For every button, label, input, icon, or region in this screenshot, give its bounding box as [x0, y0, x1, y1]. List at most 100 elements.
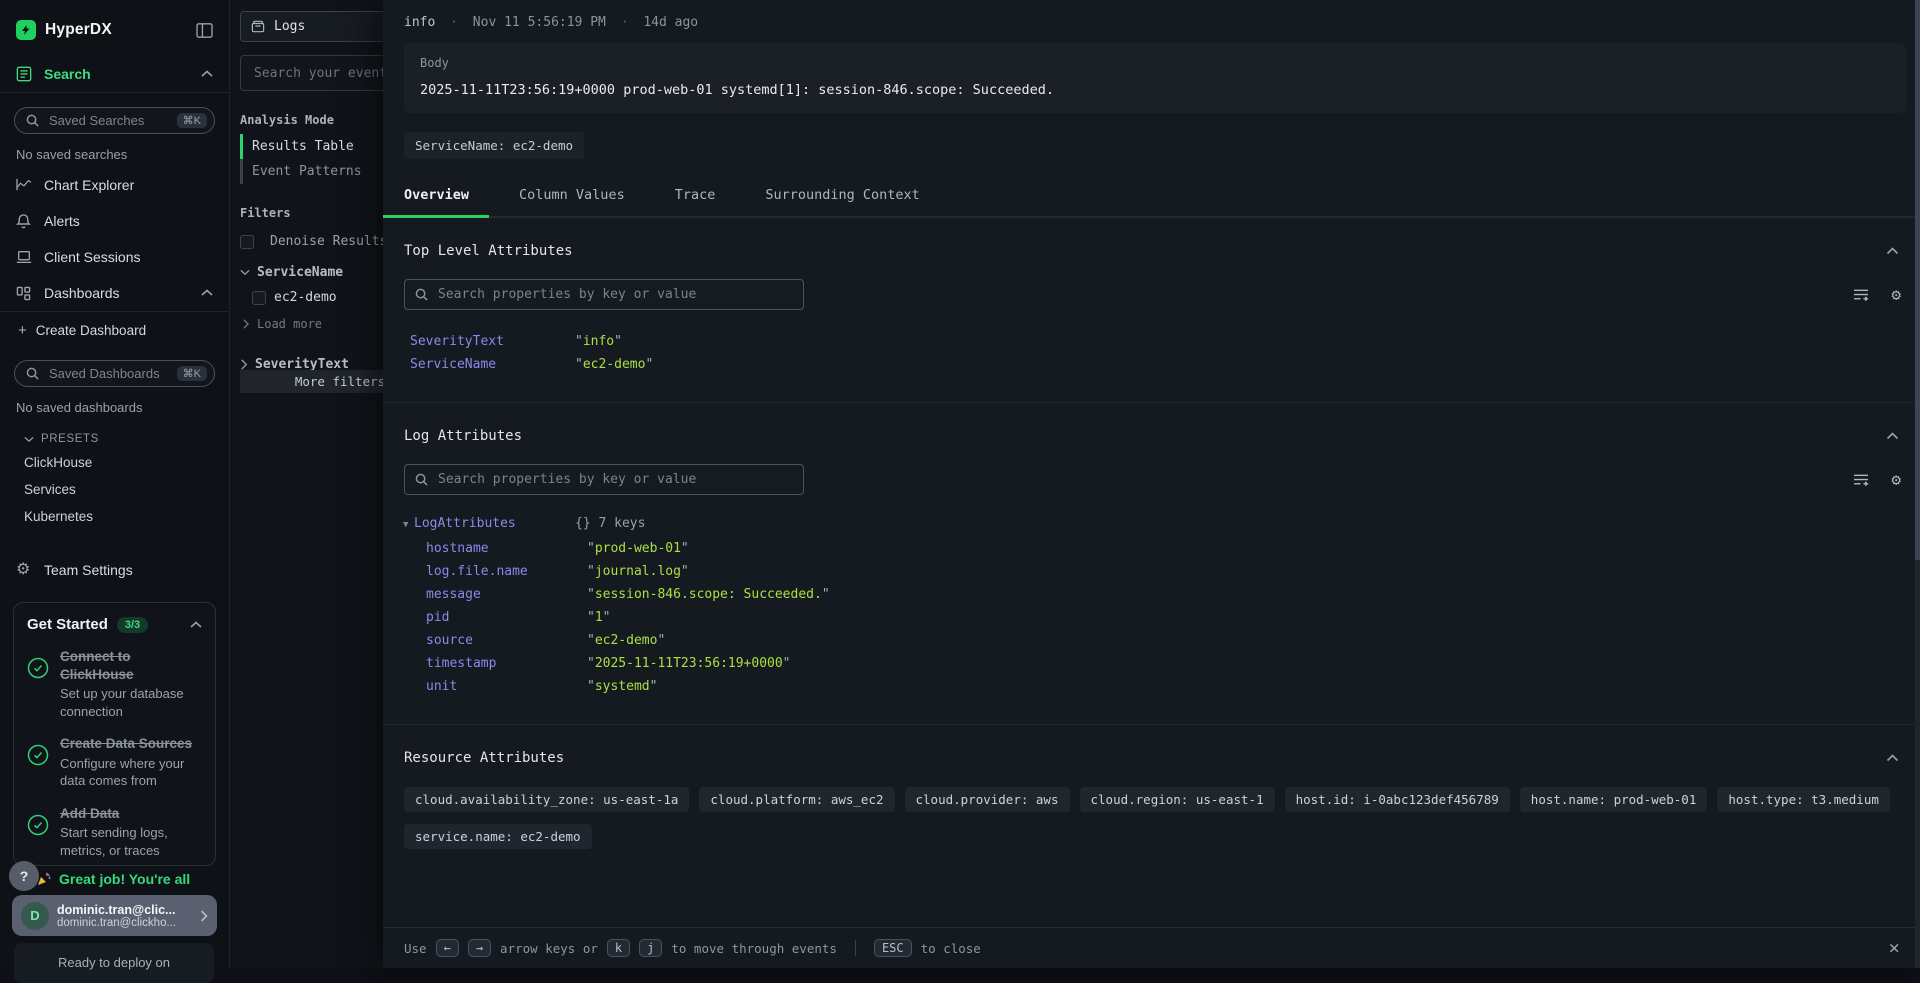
- denoise-checkbox[interactable]: [240, 235, 254, 249]
- denoise-filter[interactable]: Denoise Results: [230, 227, 384, 256]
- attribute-row[interactable]: pid 1: [403, 606, 1920, 629]
- tab-trace[interactable]: Trace: [675, 178, 716, 216]
- sidebar-item-client-sessions[interactable]: Client Sessions: [0, 239, 229, 275]
- filter-group-servicename[interactable]: ServiceName: [230, 256, 384, 283]
- step-title: Add Data: [60, 805, 202, 823]
- sidebar-item-label: Alerts: [44, 213, 80, 229]
- hint-text: Use: [404, 941, 427, 956]
- deploy-banner[interactable]: Ready to deploy on: [14, 943, 214, 983]
- preset-clickhouse[interactable]: ClickHouse: [0, 449, 229, 476]
- saved-dashboards-input[interactable]: [47, 365, 169, 382]
- property-search-input[interactable]: [436, 471, 793, 488]
- k-key: k: [607, 939, 630, 957]
- ec2-demo-checkbox[interactable]: [252, 291, 266, 305]
- attribute-value: systemd: [587, 675, 657, 698]
- shortcut-badge: ⌘K: [177, 366, 207, 381]
- collapse-section-icon[interactable]: [1886, 754, 1899, 762]
- gear-icon[interactable]: ⚙: [1891, 287, 1901, 303]
- resource-chip[interactable]: host.id: i-0abc123def456789: [1285, 787, 1510, 812]
- get-started-item[interactable]: Add Data Start sending logs, metrics, or…: [27, 805, 202, 860]
- service-name-tag[interactable]: ServiceName: ec2-demo: [404, 132, 584, 159]
- presets-toggle[interactable]: PRESETS: [0, 420, 229, 449]
- app-title: HyperDX: [45, 21, 196, 39]
- resource-chip[interactable]: cloud.platform: aws_ec2: [699, 787, 894, 812]
- sidebar-item-team-settings[interactable]: ⚙ Team Settings: [0, 552, 229, 588]
- line-wrap-icon[interactable]: [1853, 288, 1870, 302]
- resource-chip[interactable]: service.name: ec2-demo: [404, 824, 592, 849]
- resource-chip[interactable]: host.name: prod-web-01: [1520, 787, 1708, 812]
- attribute-value: ec2-demo: [587, 629, 665, 652]
- attribute-row[interactable]: hostname prod-web-01: [403, 537, 1920, 560]
- preset-services[interactable]: Services: [0, 476, 229, 503]
- chevron-up-icon[interactable]: [190, 621, 202, 629]
- sidebar-item-chart-explorer[interactable]: Chart Explorer: [0, 167, 229, 203]
- tab-overview[interactable]: Overview: [404, 178, 469, 216]
- attribute-row[interactable]: source ec2-demo: [403, 629, 1920, 652]
- gear-icon[interactable]: ⚙: [1891, 472, 1901, 488]
- search-filters-panel: Logs Analysis Mode Results Table Event P…: [230, 0, 384, 968]
- load-more-button[interactable]: Load more: [230, 312, 384, 336]
- sidebar-item-label: Team Settings: [44, 562, 133, 578]
- event-detail-panel: info · Nov 11 5:56:19 PM · 14d ago Body …: [383, 0, 1920, 968]
- tree-root-row[interactable]: ▼ LogAttributes {} 7 keys: [403, 512, 1920, 537]
- arrow-left-key: ←: [436, 939, 459, 957]
- collapse-section-icon[interactable]: [1886, 432, 1899, 440]
- attribute-row[interactable]: message session-846.scope: Succeeded.: [403, 583, 1920, 606]
- attribute-row[interactable]: SeverityText info: [410, 330, 1920, 353]
- property-search-input[interactable]: [436, 286, 793, 303]
- tab-surrounding-context[interactable]: Surrounding Context: [765, 178, 919, 216]
- property-search[interactable]: [404, 279, 804, 310]
- event-header: info · Nov 11 5:56:19 PM · 14d ago: [383, 0, 1920, 30]
- chevron-up-icon[interactable]: [201, 70, 213, 78]
- chevron-down-icon: [240, 269, 250, 276]
- dot-separator: ·: [443, 15, 465, 30]
- attribute-key: message: [426, 583, 587, 606]
- chevron-down-icon: [24, 436, 34, 443]
- user-name: dominic.tran@clic...: [57, 903, 192, 917]
- dot-separator: ·: [614, 15, 636, 30]
- expand-caret-icon[interactable]: ▼: [403, 514, 414, 537]
- resource-chip[interactable]: cloud.availability_zone: us-east-1a: [404, 787, 689, 812]
- filters-label: Filters: [240, 206, 384, 220]
- line-wrap-icon[interactable]: [1853, 473, 1870, 487]
- sidebar-item-search[interactable]: Search: [0, 56, 229, 92]
- plus-icon: +: [18, 323, 27, 338]
- close-icon[interactable]: ×: [1889, 939, 1900, 958]
- create-dashboard-button[interactable]: + Create Dashboard: [0, 312, 229, 346]
- user-menu[interactable]: D dominic.tran@clic... dominic.tran@clic…: [12, 895, 217, 936]
- scrollbar[interactable]: [1915, 0, 1920, 968]
- preset-kubernetes[interactable]: Kubernetes: [0, 503, 229, 530]
- sidebar-item-label: Dashboards: [44, 285, 120, 301]
- sidebar-item-dashboards[interactable]: Dashboards: [0, 275, 229, 311]
- resource-chip[interactable]: cloud.provider: aws: [905, 787, 1070, 812]
- property-search[interactable]: [404, 464, 804, 495]
- mode-event-patterns[interactable]: Event Patterns: [230, 159, 384, 184]
- get-started-item[interactable]: Create Data Sources Configure where your…: [27, 735, 202, 790]
- saved-dashboards-search[interactable]: ⌘K: [14, 360, 215, 387]
- search-icon: [415, 288, 428, 301]
- resource-chip[interactable]: host.type: t3.medium: [1717, 787, 1890, 812]
- get-started-item[interactable]: Connect to ClickHouse Set up your databa…: [27, 648, 202, 720]
- section-resource-attributes: Resource Attributes cloud.availability_z…: [383, 725, 1920, 875]
- attribute-row[interactable]: unit systemd: [403, 675, 1920, 698]
- saved-searches-input[interactable]: [47, 112, 169, 129]
- filter-value-ec2-demo[interactable]: ec2-demo: [230, 283, 384, 312]
- section-top-level-attributes: Top Level Attributes ⚙ SeverityText info: [383, 218, 1920, 403]
- help-button[interactable]: ?: [9, 861, 39, 891]
- attribute-row[interactable]: log.file.name journal.log: [403, 560, 1920, 583]
- attribute-key: unit: [426, 675, 587, 698]
- resource-chip[interactable]: cloud.region: us-east-1: [1080, 787, 1275, 812]
- shortcut-badge: ⌘K: [177, 113, 207, 128]
- sidebar-item-alerts[interactable]: Alerts: [0, 203, 229, 239]
- j-key: j: [639, 939, 662, 957]
- attribute-row[interactable]: timestamp 2025-11-11T23:56:19+0000: [403, 652, 1920, 675]
- chevron-up-icon[interactable]: [201, 289, 213, 297]
- tab-column-values[interactable]: Column Values: [519, 178, 625, 216]
- sidebar-collapse-icon[interactable]: [196, 23, 213, 38]
- saved-searches-search[interactable]: ⌘K: [14, 107, 215, 134]
- mode-results-table[interactable]: Results Table: [230, 134, 384, 159]
- sidebar-item-label: Client Sessions: [44, 249, 141, 265]
- attribute-row[interactable]: ServiceName ec2-demo: [410, 353, 1920, 376]
- collapse-section-icon[interactable]: [1886, 247, 1899, 255]
- scrollbar-thumb[interactable]: [1915, 0, 1920, 560]
